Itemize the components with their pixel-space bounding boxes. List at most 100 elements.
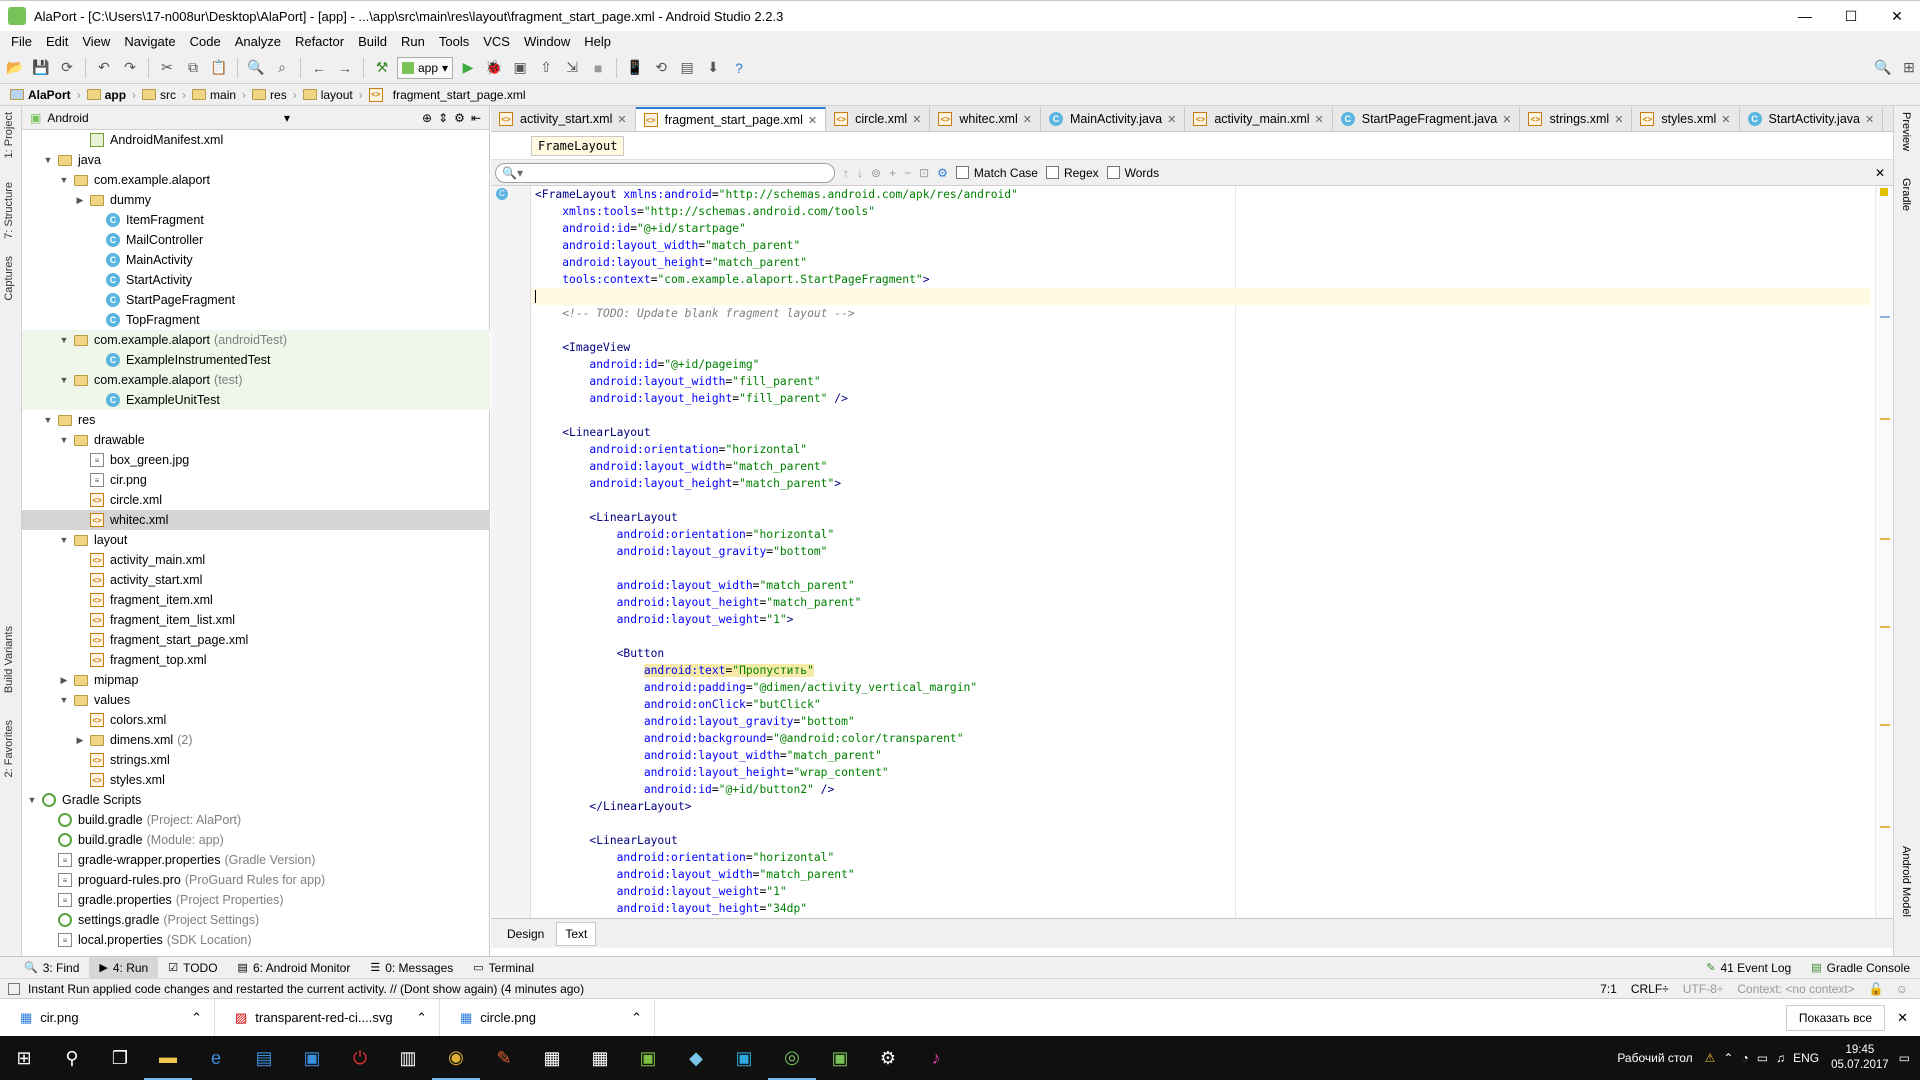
- status-toggle-icon[interactable]: [8, 982, 20, 995]
- desktop-toolbar-label[interactable]: Рабочий стол: [1617, 1051, 1692, 1065]
- menu-view[interactable]: View: [75, 34, 117, 49]
- tree-item[interactable]: <> colors.xml: [22, 710, 490, 730]
- gradle-tool-tab[interactable]: Gradle: [1900, 178, 1912, 211]
- find-input[interactable]: 🔍▾: [495, 162, 835, 183]
- tree-item[interactable]: ▶ dimens.xml (2): [22, 730, 490, 750]
- breadcrumb-item[interactable]: AlaPort: [6, 88, 75, 102]
- volume-icon[interactable]: ♫: [1776, 1051, 1785, 1065]
- tree-item[interactable]: <> activity_main.xml: [22, 550, 490, 570]
- captures-tool-tab[interactable]: Captures: [3, 256, 15, 301]
- expand-icon[interactable]: ⊞: [1898, 57, 1920, 79]
- tree-item[interactable]: ≡ proguard-rules.pro (ProGuard Rules for a…: [22, 870, 490, 890]
- search-icon[interactable]: ⚲: [48, 1036, 96, 1080]
- minimize-button[interactable]: —: [1782, 1, 1828, 32]
- editor-tab[interactable]: <> styles.xml ✕: [1632, 107, 1740, 131]
- menu-edit[interactable]: Edit: [39, 34, 75, 49]
- menu-code[interactable]: Code: [183, 34, 228, 49]
- help-icon[interactable]: ?: [728, 57, 750, 79]
- chevron-up-tray-icon[interactable]: ⌃: [1723, 1051, 1733, 1065]
- editor-tab[interactable]: <> circle.xml ✕: [826, 107, 931, 131]
- close-tab-icon[interactable]: ✕: [808, 114, 817, 127]
- editor-tab[interactable]: <> fragment_start_page.xml ✕: [635, 107, 827, 131]
- file-encoding[interactable]: UTF-8÷: [1683, 982, 1724, 996]
- coverage-icon[interactable]: ▣: [509, 57, 531, 79]
- gear-app-icon[interactable]: ⚙: [864, 1036, 912, 1080]
- close-tab-icon[interactable]: ✕: [1721, 113, 1730, 126]
- save-icon[interactable]: 💾: [30, 57, 52, 79]
- notes-icon[interactable]: ✎: [480, 1036, 528, 1080]
- expand-arrow-icon[interactable]: ▼: [26, 795, 38, 805]
- close-tab-icon[interactable]: ✕: [1614, 113, 1623, 126]
- android-monitor-tool-button[interactable]: ▤ 6: Android Monitor: [228, 961, 361, 975]
- breadcrumb-item[interactable]: main: [188, 88, 240, 102]
- copy-icon[interactable]: ⧉: [182, 57, 204, 79]
- tree-item[interactable]: ▼ Gradle Scripts: [22, 790, 490, 810]
- attach-debugger-icon[interactable]: ⇲: [561, 57, 583, 79]
- run-tool-button[interactable]: ▶ 4: Run: [89, 956, 159, 979]
- back-icon[interactable]: ←: [308, 57, 330, 79]
- remove-selection-icon[interactable]: −: [904, 166, 911, 180]
- notebook-icon[interactable]: ◆: [672, 1036, 720, 1080]
- editor-tab[interactable]: C MainActivity.java ✕: [1041, 107, 1186, 131]
- tree-item[interactable]: build.gradle (Module: app): [22, 830, 490, 850]
- project-view-select[interactable]: Android: [47, 111, 278, 125]
- find-all-icon[interactable]: ⊚: [871, 166, 881, 180]
- redo-icon[interactable]: ↷: [119, 57, 141, 79]
- menu-run[interactable]: Run: [394, 34, 432, 49]
- debug-icon[interactable]: 🐞: [483, 57, 505, 79]
- tree-item[interactable]: <> activity_start.xml: [22, 570, 490, 590]
- todo-tool-button[interactable]: ☑ TODO: [158, 961, 227, 975]
- app-icon[interactable]: ▥: [384, 1036, 432, 1080]
- editor-tab[interactable]: <> whitec.xml ✕: [930, 107, 1041, 131]
- tree-item[interactable]: <> whitec.xml: [22, 510, 490, 530]
- explorer-icon[interactable]: ▬: [144, 1036, 192, 1080]
- close-tab-icon[interactable]: ✕: [617, 113, 626, 126]
- editor-tab[interactable]: C StartActivity.java ✕: [1740, 107, 1884, 131]
- tree-item[interactable]: ▼ com.example.alaport: [22, 170, 490, 190]
- scroll-from-source-icon[interactable]: ⊕: [422, 111, 432, 125]
- run-config-select[interactable]: app ▾: [397, 56, 454, 79]
- android-app-icon[interactable]: ▣: [624, 1036, 672, 1080]
- language-indicator[interactable]: ENG: [1793, 1051, 1819, 1065]
- editor-scrollbar[interactable]: [1875, 186, 1893, 918]
- tree-item[interactable]: <> fragment_item_list.xml: [22, 610, 490, 630]
- expand-arrow-icon[interactable]: ▶: [74, 735, 86, 746]
- find-settings-icon[interactable]: ⚙: [937, 166, 948, 180]
- text-tab[interactable]: Text: [556, 921, 597, 946]
- tree-item[interactable]: C StartPageFragment: [22, 290, 490, 310]
- tree-item[interactable]: <> fragment_top.xml: [22, 650, 490, 670]
- tree-item[interactable]: ≡ box_green.jpg: [22, 450, 490, 470]
- undo-icon[interactable]: ↶: [93, 57, 115, 79]
- view-dropdown-icon[interactable]: ▾: [284, 111, 290, 125]
- open-icon[interactable]: 📂: [4, 57, 26, 79]
- inspector-icon[interactable]: ☺: [1896, 982, 1908, 996]
- expand-arrow-icon[interactable]: ▼: [58, 535, 70, 545]
- expand-arrow-icon[interactable]: ▼: [58, 335, 70, 345]
- stop-icon[interactable]: ■: [587, 57, 609, 79]
- expand-arrow-icon[interactable]: ▼: [58, 695, 70, 705]
- next-occurrence-icon[interactable]: ↓: [857, 166, 863, 180]
- tree-item[interactable]: ▼ com.example.alaport (androidTest): [22, 330, 490, 350]
- tree-item[interactable]: <> styles.xml: [22, 770, 490, 790]
- find-tool-button[interactable]: 🔍 3: Find: [14, 961, 89, 975]
- find-icon[interactable]: 🔍: [245, 57, 267, 79]
- editor-tab[interactable]: <> activity_main.xml ✕: [1185, 107, 1333, 131]
- menu-vcs[interactable]: VCS: [476, 34, 517, 49]
- expand-arrow-icon[interactable]: ▶: [74, 195, 86, 206]
- tree-item[interactable]: C MainActivity: [22, 250, 490, 270]
- sync-icon[interactable]: ⟳: [56, 57, 78, 79]
- gradle-sync-icon[interactable]: ⟲: [650, 57, 672, 79]
- tree-item[interactable]: C MailController: [22, 230, 490, 250]
- avd-manager-icon[interactable]: 📱: [624, 57, 646, 79]
- menu-tools[interactable]: Tools: [432, 34, 476, 49]
- tree-item[interactable]: ▶ mipmap: [22, 670, 490, 690]
- battery-icon[interactable]: ▭: [1757, 1051, 1768, 1065]
- expand-arrow-icon[interactable]: ▼: [58, 375, 70, 385]
- expand-arrow-icon[interactable]: ▶: [58, 675, 70, 686]
- caret-position[interactable]: 7:1: [1600, 982, 1617, 996]
- breadcrumb-item[interactable]: res: [248, 88, 291, 102]
- sheet-icon[interactable]: ▣: [816, 1036, 864, 1080]
- build-variants-tool-tab[interactable]: Build Variants: [3, 626, 15, 693]
- close-window-button[interactable]: ✕: [1874, 1, 1920, 32]
- tree-item[interactable]: <> circle.xml: [22, 490, 490, 510]
